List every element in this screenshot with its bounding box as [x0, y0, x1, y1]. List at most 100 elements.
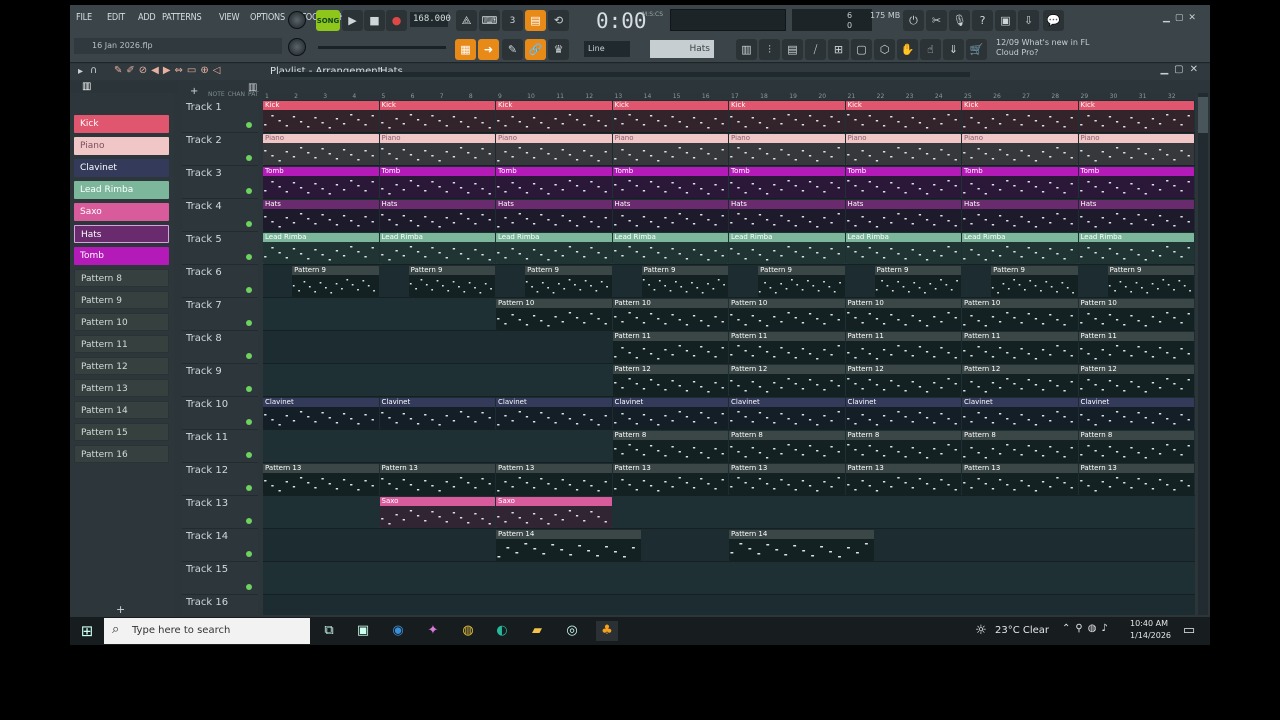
pattern-clip[interactable]: Hats	[612, 200, 728, 231]
pattern-clip[interactable]: Lead Rimba	[962, 233, 1078, 264]
chat-icon[interactable]: 💬	[1043, 10, 1064, 31]
pattern-clip[interactable]: Pattern 12	[1078, 365, 1194, 396]
playlist-window-controls[interactable]: ▁▢✕	[1160, 64, 1204, 75]
pattern-clip[interactable]: Kick	[379, 101, 495, 132]
track-header[interactable]: Track 14	[182, 529, 258, 562]
pattern-clip[interactable]: Kick	[729, 101, 845, 132]
tray-icons[interactable]: ⌃⚲◍♪	[1062, 623, 1113, 634]
track-header[interactable]: Track 4	[182, 199, 258, 232]
record-button[interactable]: ●	[386, 10, 407, 31]
track-header[interactable]: Track 13	[182, 496, 258, 529]
pattern-item[interactable]: Pattern 8	[74, 269, 169, 287]
track-header[interactable]: Track 7	[182, 298, 258, 331]
pattern-clip[interactable]: Pattern 9	[874, 266, 961, 297]
timeline-ruler[interactable]: 1 2 3 4 5 6 7 8 9 10 11 12 13 14 15 16 17 18 19 20 21 22 23 24 2…	[263, 93, 1195, 100]
track-header[interactable]: Track 15	[182, 562, 258, 595]
pattern-clip[interactable]: Pattern 9	[758, 266, 845, 297]
playlist-grid[interactable]: Kick Kick Kick Kick Kick Kick Kick Kick Piano Pia…	[263, 100, 1195, 615]
plugin-picker-icon[interactable]: ✋	[897, 39, 918, 60]
pattern-clip[interactable]: Pattern 9	[408, 266, 495, 297]
pattern-item[interactable]: Hats	[74, 225, 169, 243]
track-header[interactable]: Track 12	[182, 463, 258, 496]
pattern-clip[interactable]: Pattern 12	[962, 365, 1078, 396]
pattern-clip[interactable]: Kick	[962, 101, 1078, 132]
pattern-clip[interactable]: Pattern 12	[729, 365, 845, 396]
pattern-clip[interactable]: Hats	[379, 200, 495, 231]
fl-studio-icon[interactable]: ♣	[596, 621, 618, 641]
pattern-clip[interactable]: Clavinet	[962, 398, 1078, 429]
track-mute-led[interactable]	[246, 518, 252, 524]
save-icon[interactable]: ▣	[995, 10, 1016, 31]
pattern-clip[interactable]: Kick	[263, 101, 379, 132]
pattern-item[interactable]: Pattern 11	[74, 335, 169, 353]
notifications-icon[interactable]: ▭	[1178, 621, 1200, 641]
vertical-scrollbar[interactable]	[1198, 93, 1208, 615]
pattern-clip[interactable]: Lead Rimba	[1078, 233, 1194, 264]
loop-record-icon[interactable]: ⟲	[548, 10, 569, 31]
edge-icon[interactable]: ◐	[491, 621, 513, 641]
pattern-clip[interactable]: Pattern 8	[845, 431, 961, 462]
track-mute-led[interactable]	[246, 353, 252, 359]
pattern-clip[interactable]: Pattern 8	[729, 431, 845, 462]
menu-file[interactable]: FILE	[76, 12, 92, 23]
pattern-item[interactable]: Lead Rimba	[74, 181, 169, 199]
pattern-clip[interactable]: Piano	[1078, 134, 1194, 165]
pattern-clip[interactable]: Pattern 13	[496, 464, 612, 495]
track-mute-led[interactable]	[246, 254, 252, 260]
pattern-clip[interactable]: Pattern 12	[612, 365, 728, 396]
track-mute-led[interactable]	[246, 485, 252, 491]
pattern-rail-icon[interactable]: ▥	[248, 82, 257, 93]
pattern-clip[interactable]: Pattern 8	[962, 431, 1078, 462]
wait-input-icon[interactable]: ⌨	[479, 10, 500, 31]
playlist-icon[interactable]: ▥	[736, 39, 757, 60]
menu-options[interactable]: OPTIONS	[250, 12, 285, 23]
pattern-clip[interactable]: Hats	[496, 200, 612, 231]
task-view-icon[interactable]: ⧉	[318, 621, 340, 641]
pattern-clip[interactable]: Pattern 10	[496, 299, 612, 330]
pattern-clip[interactable]: Tomb	[729, 167, 845, 198]
pattern-clip[interactable]: Pattern 9	[525, 266, 612, 297]
track-mute-led[interactable]	[246, 155, 252, 161]
pattern-clip[interactable]: Pattern 13	[263, 464, 379, 495]
pattern-clip[interactable]: Clavinet	[379, 398, 495, 429]
pattern-clip[interactable]: Pattern 14	[496, 530, 641, 561]
pattern-item[interactable]: Pattern 16	[74, 445, 169, 463]
track-mute-led[interactable]	[246, 320, 252, 326]
pattern-clip[interactable]: Pattern 11	[612, 332, 728, 363]
track-mute-led[interactable]	[246, 386, 252, 392]
pattern-item[interactable]: Kick	[74, 115, 169, 133]
pattern-item[interactable]: Pattern 9	[74, 291, 169, 309]
download-icon[interactable]: ⇓	[943, 39, 964, 60]
overview-scrollbar[interactable]	[280, 72, 970, 77]
export-icon[interactable]: ⇩	[1018, 10, 1039, 31]
track-header[interactable]: Track 8	[182, 331, 258, 364]
pattern-clip[interactable]: Tomb	[845, 167, 961, 198]
pattern-clip[interactable]: Piano	[962, 134, 1078, 165]
track-lane[interactable]	[263, 562, 1195, 595]
track-mute-led[interactable]	[246, 122, 252, 128]
track-header[interactable]: Track 11	[182, 430, 258, 463]
obs-icon[interactable]: ◎	[561, 621, 583, 641]
pattern-clip[interactable]: Clavinet	[1078, 398, 1194, 429]
track-mute-led[interactable]	[246, 221, 252, 227]
touch-icon[interactable]: ☝	[920, 39, 941, 60]
stop-button[interactable]: ■	[364, 10, 385, 31]
copilot-icon[interactable]: ✦	[422, 621, 444, 641]
track-mute-led[interactable]	[246, 452, 252, 458]
microphone-icon[interactable]: 🎙	[949, 10, 970, 31]
pattern-clip[interactable]: Kick	[1078, 101, 1194, 132]
track-header[interactable]: Track 9	[182, 364, 258, 397]
pattern-clip[interactable]: Clavinet	[612, 398, 728, 429]
pattern-item[interactable]: Tomb	[74, 247, 169, 265]
pattern-clip[interactable]: Kick	[496, 101, 612, 132]
pattern-clip[interactable]: Pattern 9	[641, 266, 728, 297]
master-pitch-knob[interactable]	[288, 38, 306, 56]
pattern-clip[interactable]: Pattern 13	[962, 464, 1078, 495]
add-pattern-button[interactable]: +	[116, 603, 125, 616]
pattern-clip[interactable]: Pattern 11	[845, 332, 961, 363]
pattern-clip[interactable]: Pattern 10	[612, 299, 728, 330]
pattern-clip[interactable]: Lead Rimba	[496, 233, 612, 264]
pattern-clip[interactable]: Clavinet	[729, 398, 845, 429]
metronome-icon[interactable]: ⟁	[456, 10, 477, 31]
pattern-clip[interactable]: Piano	[263, 134, 379, 165]
